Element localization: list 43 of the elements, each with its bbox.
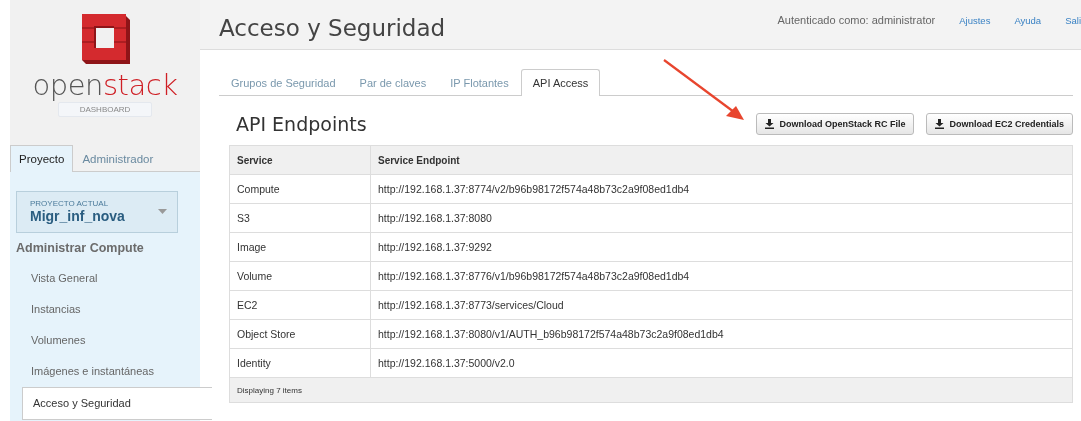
tab[interactable]: IP Flotantes [438, 69, 521, 96]
table-cell: Object Store [229, 319, 371, 349]
sidebar-item[interactable]: Imágenes e instantáneas [16, 356, 200, 387]
tab[interactable]: Par de claves [347, 69, 439, 96]
download-button[interactable]: Download OpenStack RC File [756, 112, 915, 135]
logo-badge: DASHBOARD [58, 102, 152, 117]
user-label: Autenticado como: administrator [777, 14, 936, 28]
sidebar-tab[interactable]: Administrador [73, 145, 163, 172]
table-cell: EC2 [229, 290, 371, 320]
table-cell: http://192.168.1.37:8773/services/Cloud [370, 290, 1073, 320]
caret-icon [158, 209, 167, 214]
tab[interactable]: API Access [520, 69, 601, 96]
header-link[interactable]: Ayuda [1014, 15, 1042, 49]
panel-title: API Endpoints [236, 112, 368, 135]
download-icon [765, 118, 775, 129]
section-heading: Administrar Compute [16, 241, 145, 255]
page-title: Acceso y Seguridad [219, 15, 447, 43]
table-cell: http://192.168.1.37:8080/v1/AUTH_b96b98172f574a48b73c2a9f08ed1db4 [370, 319, 1073, 349]
sidebar-tab[interactable]: Proyecto [10, 145, 74, 172]
logo-wordmark: openstack [32, 68, 178, 102]
download-button[interactable]: Download EC2 Credentials [926, 112, 1073, 135]
sidebar-item[interactable]: Instancias [16, 294, 200, 325]
table-footer: Displaying 7 items [229, 377, 1073, 403]
sidebar-item[interactable]: Vista General [16, 263, 200, 294]
table-cell: Compute [229, 174, 371, 204]
table-cell: http://192.168.1.37:8080 [370, 203, 1073, 233]
table-cell: Volume [229, 261, 371, 291]
project-selector[interactable]: PROYECTO ACTUAL Migr_inf_nova [16, 191, 178, 233]
table-cell: http://192.168.1.37:9292 [370, 232, 1073, 262]
column-header: Service Endpoint [370, 145, 1073, 175]
table-cell: http://192.168.1.37:8774/v2/b96b98172f574a48b73c2a9f08ed1db4 [370, 174, 1073, 204]
header-link[interactable]: Sali [1065, 15, 1081, 49]
table-cell: http://192.168.1.37:8776/v1/b96b98172f574a48b73c2a9f08ed1db4 [370, 261, 1073, 291]
table-cell: Image [229, 232, 371, 262]
sidebar-item[interactable]: Acceso y Seguridad [22, 387, 212, 420]
column-header: Service [229, 145, 371, 175]
table-cell: http://192.168.1.37:5000/v2.0 [370, 348, 1073, 378]
table-cell: Identity [229, 348, 371, 378]
header-link[interactable]: Ajustes [959, 15, 991, 49]
sidebar-item[interactable]: Volumenes [16, 325, 200, 356]
tab[interactable]: Grupos de Seguridad [219, 69, 348, 96]
download-icon [935, 118, 945, 129]
table-cell: S3 [229, 203, 371, 233]
